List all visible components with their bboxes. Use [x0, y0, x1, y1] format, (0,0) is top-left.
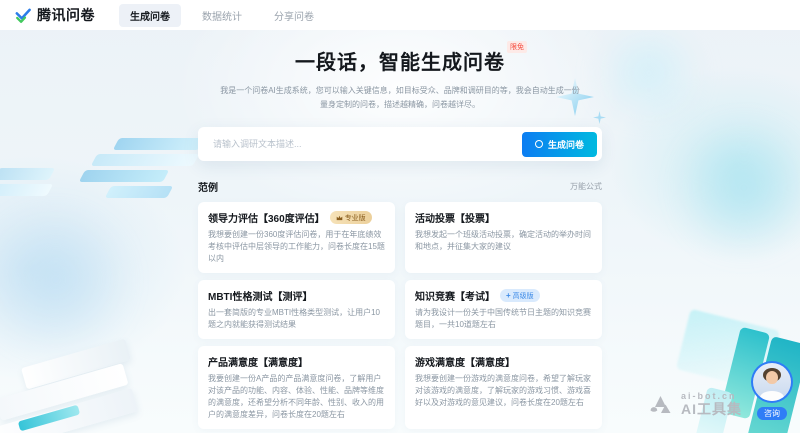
- example-card-mbti-test[interactable]: MBTI性格测试【测评】 出一套简版的专业MBTI性格类型测试，让用户10题之内…: [198, 280, 395, 339]
- agent-avatar-ring: [751, 361, 793, 403]
- tab-generate-survey[interactable]: 生成问卷: [119, 4, 181, 27]
- plus-icon: +: [506, 292, 511, 300]
- card-title-row: MBTI性格测试【测评】: [208, 288, 385, 303]
- watermark-text: ai-bot.cn AI工具集: [681, 392, 742, 417]
- universal-formula-link[interactable]: 万能公式: [570, 181, 602, 192]
- example-card-game-satisfaction[interactable]: 游戏满意度【满意度】 我想要创建一份游戏的满意度问卷，希望了解玩家对该游戏的满意…: [405, 346, 602, 429]
- top-navbar: 腾讯问卷 生成问卷 数据统计 分享问卷: [0, 0, 800, 30]
- card-title: 领导力评估【360度评估】: [208, 210, 325, 225]
- card-body: 我要创建一份A产品的产品满意度问卷，了解用户对该产品的功能、内容、体验、性能、品…: [208, 373, 385, 421]
- avatar-face: [766, 371, 778, 384]
- generator-bar: 生成问卷: [198, 127, 602, 161]
- agent-avatar: [753, 363, 791, 401]
- nav-tabs: 生成问卷 数据统计 分享问卷: [119, 4, 325, 27]
- card-body: 我想发起一个班级活动投票，确定活动的举办时间和地点，并征集大家的建议: [415, 229, 592, 253]
- card-title: 知识竞赛【考试】: [415, 288, 495, 303]
- card-body: 请为我设计一份关于中国传统节日主题的知识竞赛题目，一共10道题左右: [415, 307, 592, 331]
- page: 腾讯问卷 生成问卷 数据统计 分享问卷 一段话，智能生成问卷 限免 我是一个问卷…: [0, 0, 800, 433]
- card-title: 游戏满意度【满意度】: [415, 354, 515, 369]
- hero-subtitle: 我是一个问卷AI生成系统，您可以输入关键信息，如目标受众、品牌和调研目的等，我会…: [0, 84, 800, 112]
- site-watermark: ai-bot.cn AI工具集: [646, 392, 742, 417]
- example-card-activity-vote[interactable]: 活动投票【投票】 我想发起一个班级活动投票，确定活动的举办时间和地点，并征集大家…: [405, 202, 602, 273]
- watermark-name: AI工具集: [681, 402, 742, 417]
- card-title: 活动投票【投票】: [415, 210, 495, 225]
- brand-name: 腾讯问卷: [37, 5, 95, 25]
- card-body: 我想要创建一份游戏的满意度问卷，希望了解玩家对该游戏的满意度，了解玩家的游戏习惯…: [415, 373, 592, 409]
- card-title: 产品满意度【满意度】: [208, 354, 308, 369]
- tab-data-statistics[interactable]: 数据统计: [191, 4, 253, 27]
- consult-label: 咨询: [757, 407, 787, 420]
- card-title: MBTI性格测试【测评】: [208, 288, 312, 303]
- tab-share-survey[interactable]: 分享问卷: [263, 4, 325, 27]
- examples-header: 范例 万能公式: [198, 179, 602, 194]
- card-body: 出一套简版的专业MBTI性格类型测试，让用户10题之内就能获得测试结果: [208, 307, 385, 331]
- examples-heading: 范例: [198, 179, 218, 194]
- examples-grid: 领导力评估【360度评估】 专业版 我想要创建一份360度评估问卷，用于在年底绩…: [198, 202, 602, 429]
- crown-icon: [336, 215, 343, 221]
- example-card-leadership[interactable]: 领导力评估【360度评估】 专业版 我想要创建一份360度评估问卷，用于在年底绩…: [198, 202, 395, 273]
- pro-version-badge: 专业版: [330, 211, 372, 224]
- checkmark-logo-icon: [14, 7, 31, 24]
- card-title-row: 产品满意度【满意度】: [208, 354, 385, 369]
- advanced-version-badge: + 高级版: [500, 289, 540, 302]
- avatar-body: [760, 391, 784, 401]
- hero-subtitle-line2: 量身定制的问卷，描述越精确，问卷越详尽。: [0, 98, 800, 112]
- page-title: 一段话，智能生成问卷 限免: [295, 46, 505, 75]
- badge-label: 专业版: [345, 213, 366, 223]
- page-title-text: 一段话，智能生成问卷: [295, 52, 505, 74]
- hero-subtitle-line1: 我是一个问卷AI生成系统，您可以输入关键信息，如目标受众、品牌和调研目的等，我会…: [0, 84, 800, 98]
- generate-survey-button[interactable]: 生成问卷: [522, 132, 597, 157]
- example-card-product-satisfaction[interactable]: 产品满意度【满意度】 我要创建一份A产品的产品满意度问卷，了解用户对该产品的功能…: [198, 346, 395, 429]
- card-title-row: 游戏满意度【满意度】: [415, 354, 592, 369]
- card-title-row: 领导力评估【360度评估】 专业版: [208, 210, 385, 225]
- customer-service-widget[interactable]: 咨询: [748, 361, 796, 421]
- watermark-logo-icon: [646, 392, 674, 416]
- free-badge: 限免: [507, 41, 527, 53]
- generate-button-label: 生成问卷: [548, 138, 584, 151]
- badge-label: 高级版: [513, 291, 534, 301]
- card-body: 我想要创建一份360度评估问卷，用于在年底绩效考核中评估中层领导的工作能力，问卷…: [208, 229, 385, 265]
- brand-logo[interactable]: 腾讯问卷: [14, 5, 95, 25]
- card-title-row: 活动投票【投票】: [415, 210, 592, 225]
- card-title-row: 知识竞赛【考试】 + 高级版: [415, 288, 592, 303]
- main-content: 一段话，智能生成问卷 限免 我是一个问卷AI生成系统，您可以输入关键信息，如目标…: [0, 0, 800, 429]
- example-card-knowledge-quiz[interactable]: 知识竞赛【考试】 + 高级版 请为我设计一份关于中国传统节日主题的知识竞赛题目，…: [405, 280, 602, 339]
- examples-section: 范例 万能公式 领导力评估【360度评估】 专业版 我想要创建一份360度评估问…: [198, 179, 602, 429]
- generate-ring-icon: [535, 140, 543, 148]
- survey-description-input[interactable]: [211, 138, 522, 150]
